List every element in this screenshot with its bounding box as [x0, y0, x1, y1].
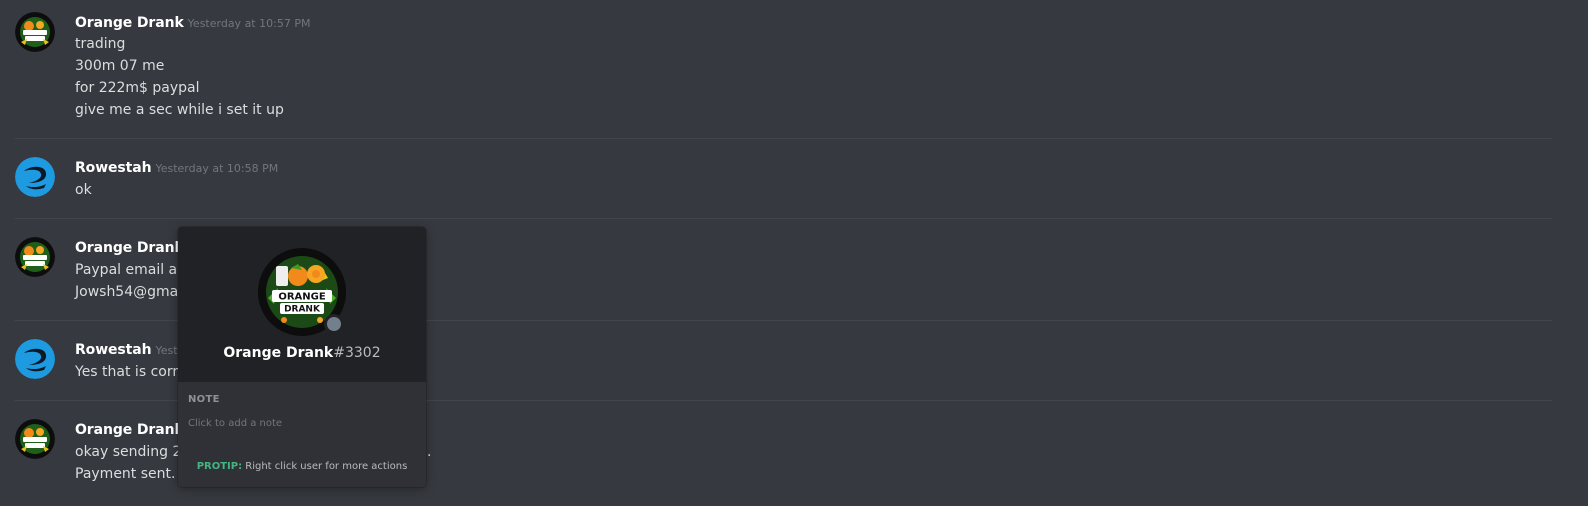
chat-messages: Orange Drank Yesterday at 10:57 PM tradin… [0, 0, 1588, 506]
protip: PROTIP: Right click user for more action… [178, 461, 426, 472]
user-avatar-orange-drank[interactable] [15, 419, 55, 459]
note-label: NOTE [188, 394, 220, 405]
message-author[interactable]: Orange Drank [75, 240, 184, 256]
user-avatar-orange-drank[interactable] [15, 237, 55, 277]
message-line: give me a sec while i set it up [75, 102, 284, 118]
user-avatar-orange-drank[interactable] [15, 12, 55, 52]
message-divider [15, 138, 1552, 139]
protip-text: Right click user for more actions [242, 461, 408, 472]
status-offline-icon [324, 314, 344, 334]
message-line: trading [75, 36, 126, 52]
message-timestamp: Yesterday at 10:58 PM [155, 162, 279, 175]
status-indicator [327, 317, 341, 331]
message-line-fragment: . [427, 444, 432, 460]
svg-text:ORANGE: ORANGE [278, 292, 326, 303]
user-profile-popout: ORANGE DRANK Orange Drank#3302 NOTE Clic… [178, 227, 426, 487]
user-avatar-rowestah[interactable] [15, 157, 55, 197]
message-author[interactable]: Rowestah [75, 160, 152, 176]
message-divider [15, 218, 1552, 219]
note-input[interactable]: Click to add a note [188, 418, 282, 429]
message-line: 300m 07 me [75, 58, 165, 74]
message-author[interactable]: Orange Drank [75, 15, 184, 31]
popout-username: Orange Drank [223, 345, 334, 361]
svg-text:DRANK: DRANK [284, 305, 321, 315]
popout-discriminator: #3302 [333, 345, 381, 361]
protip-label: PROTIP: [196, 461, 243, 472]
message-author[interactable]: Orange Drank [75, 422, 184, 438]
user-avatar-rowestah[interactable] [15, 339, 55, 379]
message-line: for 222m$ paypal [75, 80, 200, 96]
message-line: ok [75, 182, 92, 198]
message-line: Payment sent. [75, 466, 176, 482]
message-timestamp: Yesterday at 10:57 PM [187, 17, 311, 30]
message-line: Paypal email aga [75, 262, 195, 278]
message-line: Yes that is correc [75, 364, 195, 380]
message-line: Jowsh54@gmail. [75, 284, 191, 300]
popout-header: ORANGE DRANK Orange Drank#3302 [178, 227, 426, 382]
message-author[interactable]: Rowestah [75, 342, 152, 358]
popout-user-tag: Orange Drank#3302 [178, 345, 426, 361]
